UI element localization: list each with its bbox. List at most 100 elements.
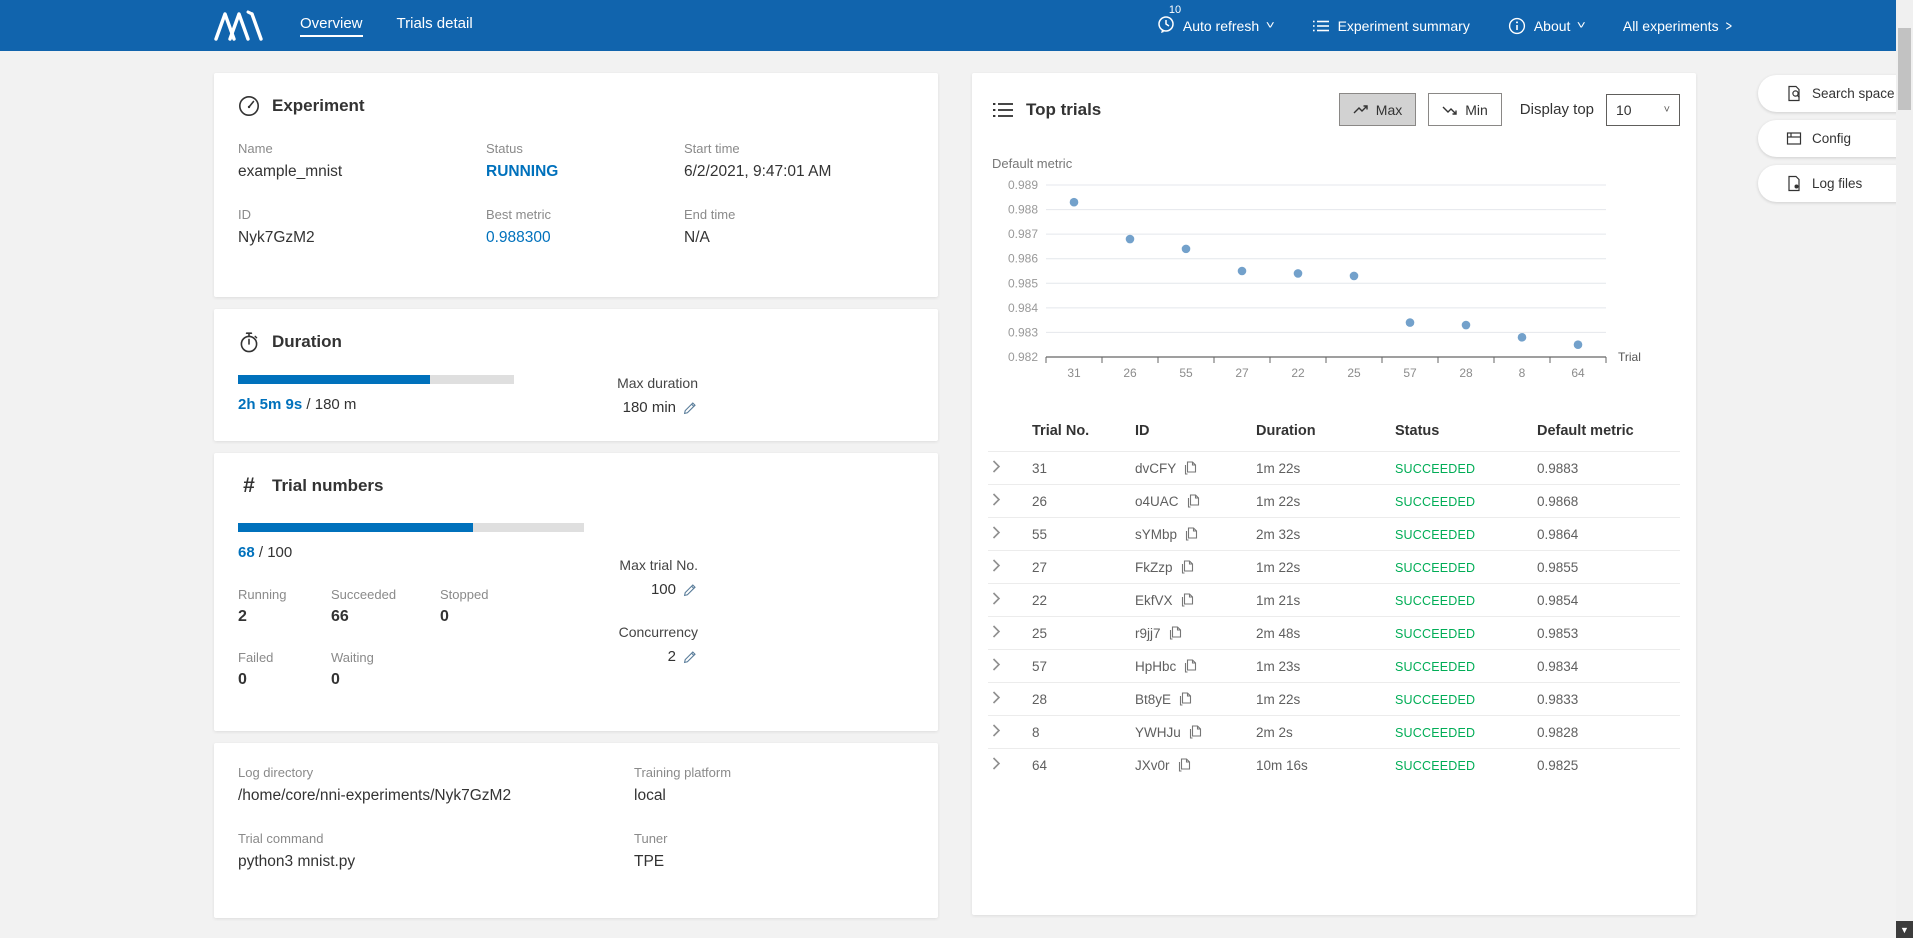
top-trials-list-icon bbox=[992, 100, 1014, 120]
cell-trial-no: 25 bbox=[1028, 617, 1131, 650]
expand-chevron-icon[interactable] bbox=[992, 724, 1001, 737]
trial-row: 27FkZzp1m 22sSUCCEEDED0.9855 bbox=[988, 551, 1680, 584]
cell-id: r9jj7 bbox=[1131, 617, 1252, 650]
copy-icon[interactable] bbox=[1181, 560, 1194, 574]
trials-current: 68 bbox=[238, 544, 255, 561]
copy-icon[interactable] bbox=[1189, 725, 1202, 739]
duration-separator: / bbox=[302, 396, 315, 413]
field-label: Trial command bbox=[238, 831, 634, 846]
chart-x-axis-label: Trial bbox=[1618, 350, 1641, 364]
x-tick-label: 55 bbox=[1179, 366, 1193, 380]
col-status: Status bbox=[1391, 413, 1533, 452]
copy-icon[interactable] bbox=[1184, 461, 1197, 475]
tab-overview[interactable]: Overview bbox=[300, 15, 363, 37]
cell-id: Bt8yE bbox=[1131, 683, 1252, 716]
scatter-point[interactable] bbox=[1406, 318, 1415, 327]
edit-pencil-icon[interactable] bbox=[683, 582, 698, 597]
cell-status: SUCCEEDED bbox=[1395, 594, 1475, 608]
chevron-down-icon: ˅ bbox=[1577, 20, 1586, 32]
edit-pencil-icon[interactable] bbox=[683, 400, 698, 415]
scatter-point[interactable] bbox=[1070, 198, 1079, 207]
tab-trials-detail[interactable]: Trials detail bbox=[397, 15, 473, 37]
expand-chevron-icon[interactable] bbox=[992, 691, 1001, 704]
x-tick-label: 64 bbox=[1571, 366, 1585, 380]
col-trial-no: Trial No. bbox=[1028, 413, 1131, 452]
end-time: N/A bbox=[684, 229, 914, 247]
cell-metric: 0.9868 bbox=[1533, 485, 1680, 518]
all-experiments-link[interactable]: All experiments ˅ bbox=[1623, 18, 1733, 34]
cell-trial-no: 28 bbox=[1028, 683, 1131, 716]
copy-icon[interactable] bbox=[1179, 692, 1192, 706]
chevron-down-icon: ˅ bbox=[1266, 20, 1275, 32]
field-label: Tuner bbox=[634, 831, 914, 846]
y-tick-label: 0.983 bbox=[1008, 325, 1038, 339]
copy-icon[interactable] bbox=[1185, 527, 1198, 541]
max-trial-value: 100 bbox=[651, 581, 676, 598]
field-value: local bbox=[634, 787, 914, 805]
y-tick-label: 0.984 bbox=[1008, 301, 1038, 315]
scatter-point[interactable] bbox=[1238, 267, 1247, 276]
cell-duration: 2m 2s bbox=[1252, 716, 1391, 749]
vertical-scrollbar[interactable]: ▼ bbox=[1896, 0, 1913, 938]
edit-pencil-icon[interactable] bbox=[683, 649, 698, 664]
cell-metric: 0.9825 bbox=[1533, 749, 1680, 782]
default-metric-scatter-chart[interactable]: Default metric0.9890.9880.9870.9860.9850… bbox=[988, 154, 1688, 396]
elapsed-time: 2h 5m 9s bbox=[238, 396, 302, 413]
copy-icon[interactable] bbox=[1178, 758, 1191, 772]
expand-chevron-icon[interactable] bbox=[992, 592, 1001, 605]
cell-id: HpHbc bbox=[1131, 650, 1252, 683]
x-tick-label: 31 bbox=[1067, 366, 1081, 380]
experiment-summary-button[interactable]: Experiment summary bbox=[1312, 17, 1470, 35]
scatter-point[interactable] bbox=[1182, 245, 1191, 254]
scatter-point[interactable] bbox=[1350, 272, 1359, 281]
x-tick-label: 8 bbox=[1519, 366, 1526, 380]
duration-progress-fill bbox=[238, 375, 430, 384]
auto-refresh-menu[interactable]: 10 Auto refresh ˅ bbox=[1157, 15, 1274, 36]
cell-duration: 1m 21s bbox=[1252, 584, 1391, 617]
about-menu[interactable]: About ˅ bbox=[1508, 17, 1585, 35]
cell-id: o4UAC bbox=[1131, 485, 1252, 518]
table-header-row: Trial No. ID Duration Status Default met… bbox=[988, 413, 1680, 452]
expand-chevron-icon[interactable] bbox=[992, 625, 1001, 638]
cell-duration: 10m 16s bbox=[1252, 749, 1391, 782]
scatter-point[interactable] bbox=[1294, 269, 1303, 278]
scatter-point[interactable] bbox=[1462, 321, 1471, 330]
copy-icon[interactable] bbox=[1187, 494, 1200, 508]
max-button-label: Max bbox=[1376, 102, 1402, 118]
scatter-point[interactable] bbox=[1518, 333, 1527, 342]
trials-progress-track bbox=[238, 523, 584, 532]
field-value: TPE bbox=[634, 853, 914, 871]
display-top-select[interactable]: 10 ˅ bbox=[1606, 94, 1680, 126]
search-space-button[interactable]: Search space bbox=[1758, 75, 1913, 112]
scatter-point[interactable] bbox=[1126, 235, 1135, 244]
expand-chevron-icon[interactable] bbox=[992, 526, 1001, 539]
scrollbar-thumb[interactable] bbox=[1898, 28, 1911, 110]
trial-stat: Failed0 bbox=[238, 650, 331, 689]
copy-icon[interactable] bbox=[1169, 626, 1182, 640]
copy-icon[interactable] bbox=[1184, 659, 1197, 673]
trend-down-icon bbox=[1442, 104, 1458, 116]
min-button[interactable]: Min bbox=[1428, 93, 1502, 126]
display-top-value: 10 bbox=[1616, 102, 1632, 118]
expand-chevron-icon[interactable] bbox=[992, 460, 1001, 473]
trial-stat: Stopped0 bbox=[440, 587, 584, 626]
config-button[interactable]: Config bbox=[1758, 120, 1913, 157]
cell-duration: 1m 22s bbox=[1252, 551, 1391, 584]
expand-chevron-icon[interactable] bbox=[992, 757, 1001, 770]
scroll-down-arrow[interactable]: ▼ bbox=[1896, 921, 1913, 938]
log-files-button[interactable]: Log files bbox=[1758, 165, 1913, 202]
scatter-point[interactable] bbox=[1574, 340, 1583, 349]
expand-chevron-icon[interactable] bbox=[992, 493, 1001, 506]
expand-chevron-icon[interactable] bbox=[992, 658, 1001, 671]
copy-icon[interactable] bbox=[1181, 593, 1194, 607]
cell-id: JXv0r bbox=[1131, 749, 1252, 782]
cell-metric: 0.9855 bbox=[1533, 551, 1680, 584]
cell-metric: 0.9864 bbox=[1533, 518, 1680, 551]
max-button[interactable]: Max bbox=[1339, 93, 1416, 126]
trial-row: 26o4UAC1m 22sSUCCEEDED0.9868 bbox=[988, 485, 1680, 518]
col-duration: Duration bbox=[1252, 413, 1391, 452]
cell-id: YWHJu bbox=[1131, 716, 1252, 749]
search-space-icon bbox=[1786, 85, 1802, 102]
info-field: Training platformlocal bbox=[634, 765, 914, 805]
expand-chevron-icon[interactable] bbox=[992, 559, 1001, 572]
